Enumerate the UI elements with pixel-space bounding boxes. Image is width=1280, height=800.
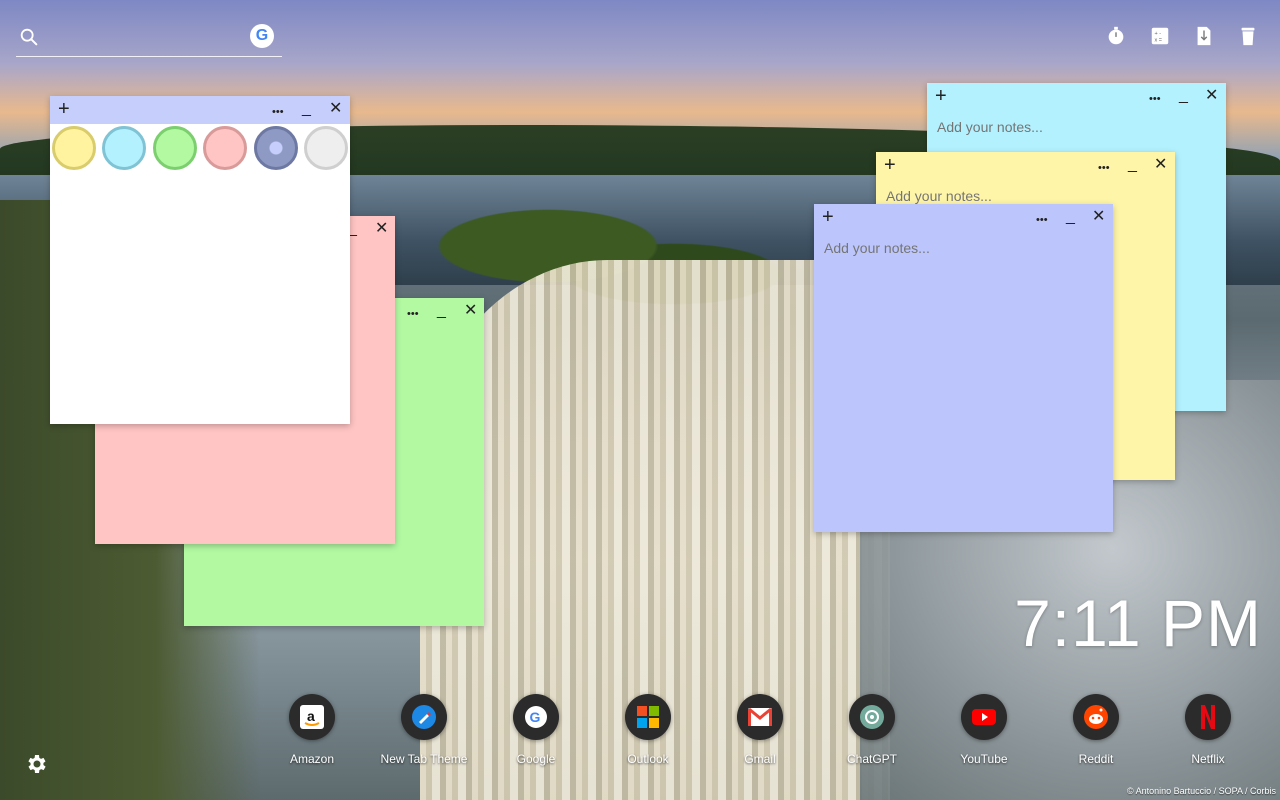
close-note-icon[interactable]: ✕: [329, 100, 342, 118]
app-label: ChatGPT: [846, 752, 897, 766]
reddit-icon: [1073, 694, 1119, 740]
color-swatch-pink[interactable]: [203, 126, 248, 170]
dock-app-google[interactable]: G Google: [491, 694, 581, 766]
note-menu-icon[interactable]: •••: [272, 103, 284, 121]
app-label: Reddit: [1078, 752, 1114, 766]
color-swatch-white[interactable]: [303, 126, 348, 170]
note-menu-icon[interactable]: •••: [407, 305, 419, 323]
top-toolbar: + -x =: [1104, 24, 1260, 48]
app-label: Gmail: [744, 752, 776, 766]
color-swatch-green[interactable]: [152, 126, 197, 170]
minimize-note-icon[interactable]: _: [1179, 87, 1188, 105]
gmail-icon: [737, 694, 783, 740]
close-note-icon[interactable]: ✕: [1154, 156, 1167, 174]
note-toolbar: + ••• _ ✕: [927, 83, 1226, 111]
chatgpt-icon: [849, 694, 895, 740]
search-icon[interactable]: [18, 26, 40, 48]
dock-app-netflix[interactable]: Netflix: [1163, 694, 1253, 766]
note-toolbar: + ••• _ ✕: [876, 152, 1175, 180]
youtube-icon: [961, 694, 1007, 740]
svg-text:a: a: [307, 708, 315, 724]
color-swatch-cyan[interactable]: [102, 126, 147, 170]
google-engine-icon[interactable]: G: [250, 24, 274, 48]
note-menu-icon[interactable]: •••: [1036, 211, 1048, 229]
gear-icon[interactable]: [24, 752, 48, 776]
app-label: Outlook: [627, 752, 669, 766]
sticky-note-lavender[interactable]: + ••• _ ✕: [814, 204, 1113, 532]
svg-text:+ -: + -: [1155, 31, 1162, 37]
close-note-icon[interactable]: ✕: [1092, 208, 1105, 226]
app-label: Netflix: [1191, 752, 1225, 766]
photo-credit: © Antonino Bartuccio / SOPA / Corbis: [1126, 786, 1276, 796]
sticky-note-white[interactable]: + ••• _ ✕: [50, 96, 350, 424]
add-note-icon[interactable]: +: [884, 155, 896, 175]
minimize-note-icon[interactable]: _: [437, 302, 446, 320]
close-note-icon[interactable]: ✕: [464, 302, 477, 320]
dock-app-chatgpt[interactable]: ChatGPT: [827, 694, 917, 766]
dock-app-new-tab-theme[interactable]: New Tab Theme: [379, 694, 469, 766]
dock-app-amazon[interactable]: a Amazon: [267, 694, 357, 766]
app-label: Google: [516, 752, 556, 766]
app-label: Amazon: [289, 752, 335, 766]
search-bar: G: [16, 22, 282, 57]
new-tab-theme-icon: [401, 694, 447, 740]
timer-icon[interactable]: [1104, 24, 1128, 48]
amazon-icon: a: [289, 694, 335, 740]
svg-text:x =: x =: [1155, 38, 1163, 44]
close-note-icon[interactable]: ✕: [375, 220, 388, 238]
app-label: YouTube: [960, 752, 1008, 766]
minimize-note-icon[interactable]: _: [1066, 208, 1075, 226]
trash-icon[interactable]: [1236, 24, 1260, 48]
add-note-icon[interactable]: +: [935, 86, 947, 106]
add-note-icon[interactable]: +: [58, 99, 70, 119]
dock-app-reddit[interactable]: Reddit: [1051, 694, 1141, 766]
outlook-icon: [625, 694, 671, 740]
note-text-input[interactable]: [824, 240, 1103, 522]
svg-text:G: G: [530, 709, 541, 725]
app-dock: a Amazon New Tab Theme G Google Outlook …: [267, 694, 1231, 774]
note-menu-icon[interactable]: •••: [1149, 90, 1161, 108]
note-toolbar: + ••• _ ✕: [814, 204, 1113, 232]
google-icon: G: [513, 694, 559, 740]
color-swatch-yellow[interactable]: [52, 126, 96, 170]
add-note-icon[interactable]: +: [822, 207, 834, 227]
color-swatch-lavender-selected[interactable]: [253, 126, 298, 170]
netflix-icon: [1185, 694, 1231, 740]
clock: 7:11 PM: [1014, 586, 1262, 660]
calculator-icon[interactable]: + -x =: [1148, 24, 1172, 48]
close-note-icon[interactable]: ✕: [1205, 87, 1218, 105]
dock-app-gmail[interactable]: Gmail: [715, 694, 805, 766]
dock-app-outlook[interactable]: Outlook: [603, 694, 693, 766]
minimize-note-icon[interactable]: _: [302, 100, 311, 118]
minimize-note-icon[interactable]: _: [1128, 156, 1137, 174]
app-label: New Tab Theme: [380, 752, 468, 766]
search-input[interactable]: [50, 24, 254, 52]
color-picker: [50, 124, 350, 174]
dock-app-youtube[interactable]: YouTube: [939, 694, 1029, 766]
note-menu-icon[interactable]: •••: [1098, 159, 1110, 177]
note-toolbar: + ••• _ ✕: [50, 96, 350, 124]
notes-toggle-icon[interactable]: [1192, 24, 1216, 48]
